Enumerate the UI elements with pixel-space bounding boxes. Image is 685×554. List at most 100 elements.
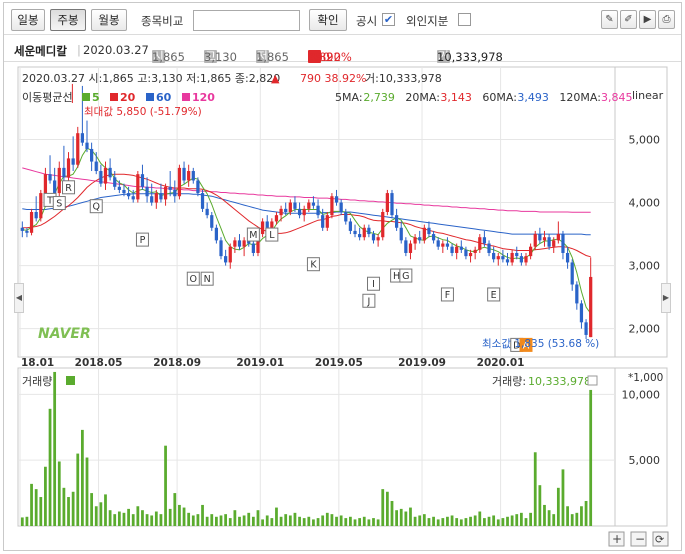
volume-bar xyxy=(39,497,43,526)
candle-down xyxy=(321,215,325,228)
confirm-button[interactable]: 확인 xyxy=(309,9,347,31)
scroll-right-icon[interactable]: ▶ xyxy=(661,283,671,313)
candle-up xyxy=(288,202,292,212)
candle-down xyxy=(492,252,496,260)
volume-bar xyxy=(339,515,343,526)
price-chart[interactable]: T SRQPO NM LKJIH GF ED A 2,0003,0004,0005,0001… xyxy=(4,63,681,552)
scale-mode[interactable]: linear xyxy=(632,89,664,102)
draw-tool-icon[interactable]: ✎ xyxy=(601,10,618,29)
open-price: 1,865 xyxy=(152,50,185,64)
candle-down xyxy=(394,215,399,228)
volume-unit: *1,000 xyxy=(628,372,663,384)
foreign-label: 외인지분 xyxy=(406,14,449,28)
disclosure-marker-S: S xyxy=(56,199,62,210)
volume-bar xyxy=(580,506,583,526)
volume-bar xyxy=(533,452,537,526)
volume-bar xyxy=(385,491,389,526)
volume-bar xyxy=(483,518,486,526)
compare-input[interactable] xyxy=(193,10,300,31)
candle-up xyxy=(29,212,34,233)
candle-down xyxy=(399,227,403,241)
disclosure-checkbox[interactable]: ✔ xyxy=(382,13,395,26)
volume-bar xyxy=(233,510,237,526)
volume-bar xyxy=(256,510,260,526)
candle-down xyxy=(62,167,66,178)
volume-bar xyxy=(524,518,528,526)
volume-bar xyxy=(487,516,491,526)
pencil-icon[interactable]: ✐ xyxy=(620,10,637,29)
volume-bar xyxy=(178,504,181,526)
volume-bar xyxy=(284,514,288,526)
volume-tick-label: 5,000 xyxy=(629,454,661,467)
cursor-icon[interactable]: ▶ xyxy=(639,10,656,29)
candle-down xyxy=(145,186,149,197)
candle-down xyxy=(265,221,269,228)
candle-up xyxy=(39,193,43,219)
volume-close-icon[interactable] xyxy=(587,375,598,386)
volume-value-label: 거래량: xyxy=(492,375,526,388)
volume-bar xyxy=(367,519,371,526)
candle-down xyxy=(348,221,353,231)
volume-bar xyxy=(127,508,130,526)
chart-ohlc-line: 2020.03.27 시:1,865 고:3,130 저:1,865 종:2,8… xyxy=(22,72,280,85)
refresh-icon: ⟳ xyxy=(655,533,664,546)
volume-bar xyxy=(219,515,223,526)
candle-up xyxy=(381,212,385,238)
volume-legend-swatch xyxy=(66,376,75,385)
compare-label: 종목비교 xyxy=(141,14,184,28)
volume-bar xyxy=(399,508,403,526)
volume-bar xyxy=(561,469,565,526)
price-tick-label: 4,000 xyxy=(629,197,661,210)
print-icon[interactable]: ⎙ xyxy=(658,10,675,29)
tab-weekly[interactable]: 주봉 xyxy=(50,9,86,31)
candle-down xyxy=(297,208,302,216)
candle-up xyxy=(542,237,547,241)
volume-bar xyxy=(224,514,228,526)
candle-down xyxy=(205,208,209,216)
candle-up xyxy=(422,227,426,241)
candle-down xyxy=(108,167,112,178)
candle-down xyxy=(445,243,450,247)
disclosure-marker-Q: Q xyxy=(93,202,100,213)
candle-down xyxy=(140,174,145,187)
volume-bar xyxy=(519,512,523,526)
candle-up xyxy=(177,167,182,197)
tab-monthly[interactable]: 월봉 xyxy=(91,9,127,31)
volume-bar xyxy=(265,515,269,526)
volume-bar xyxy=(455,518,459,526)
zoom-out-icon: − xyxy=(635,532,645,546)
volume-bar xyxy=(150,515,154,526)
volume-value: 10,333,978 xyxy=(437,50,503,64)
candle-down xyxy=(367,227,371,235)
candle-up xyxy=(233,240,237,247)
volume-bar xyxy=(395,510,398,526)
ma-legend-swatch xyxy=(110,93,118,101)
min-value-label: 최소값 1,835 (53.68 %) xyxy=(482,338,599,350)
volume-bar xyxy=(20,517,24,526)
volume-bar xyxy=(108,510,112,526)
volume-bar xyxy=(182,507,186,526)
volume-bar xyxy=(436,519,440,526)
volume-bar xyxy=(330,514,334,526)
candle-down xyxy=(505,259,510,263)
candle-down xyxy=(200,193,205,209)
candle-down xyxy=(565,252,570,263)
candle-up xyxy=(302,208,306,216)
volume-bar xyxy=(312,519,315,526)
disclosure-marker-L: L xyxy=(269,230,275,241)
tab-daily[interactable]: 일봉 xyxy=(11,9,45,31)
candle-down xyxy=(371,234,376,241)
candle-up xyxy=(441,243,445,247)
volume-bar xyxy=(543,504,546,526)
ma-legend-label: 60 xyxy=(156,91,172,104)
scroll-left-icon[interactable]: ◀ xyxy=(14,283,24,313)
volume-bar xyxy=(85,457,89,526)
volume-bar xyxy=(566,506,569,526)
volume-bar xyxy=(469,516,472,526)
volume-bar xyxy=(293,512,297,526)
disclosure-marker-T: T xyxy=(46,195,53,206)
candle-down xyxy=(94,161,98,172)
candle-down xyxy=(48,174,52,181)
foreign-checkbox[interactable] xyxy=(458,13,471,26)
ma-legend-swatch xyxy=(82,93,90,101)
